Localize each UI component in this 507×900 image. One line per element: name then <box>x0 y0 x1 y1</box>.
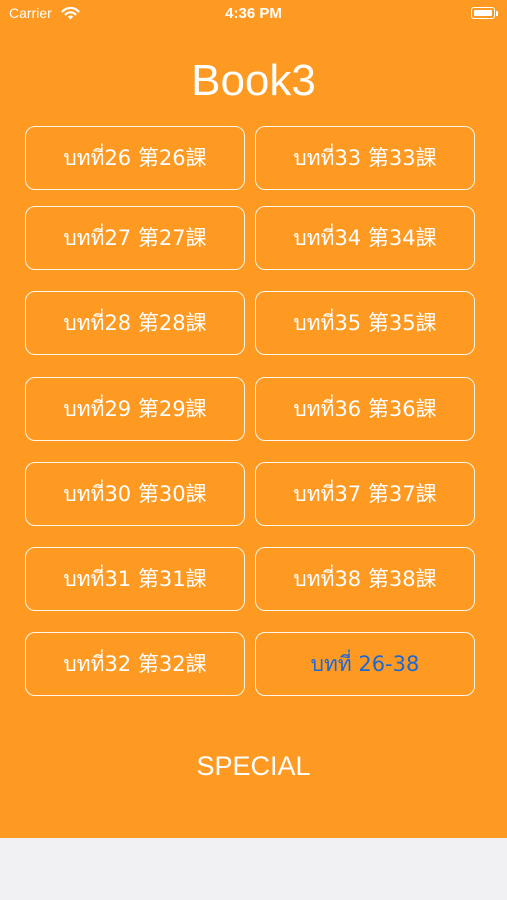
status-bar: Carrier 4:36 PM <box>0 0 507 28</box>
lesson-27-button[interactable]: บทที่27 第27課 <box>25 206 245 270</box>
lesson-38-button[interactable]: บทที่38 第38課 <box>255 547 475 611</box>
lesson-30-button[interactable]: บทที่30 第30課 <box>25 462 245 526</box>
main-screen: Carrier 4:36 PM Book3 บทที่26 第26課 บทที่… <box>0 0 507 838</box>
lesson-37-button[interactable]: บทที่37 第37課 <box>255 462 475 526</box>
lesson-26-button[interactable]: บทที่26 第26課 <box>25 126 245 190</box>
special-button[interactable]: SPECIAL <box>0 751 507 782</box>
clock: 4:36 PM <box>225 5 282 22</box>
bottom-bar <box>0 838 507 900</box>
lesson-36-button[interactable]: บทที่36 第36課 <box>255 377 475 441</box>
battery-icon <box>471 7 495 19</box>
lesson-31-button[interactable]: บทที่31 第31課 <box>25 547 245 611</box>
book-title: Book3 <box>191 56 316 105</box>
lesson-32-button[interactable]: บทที่32 第32課 <box>25 632 245 696</box>
lesson-29-button[interactable]: บทที่29 第29課 <box>25 377 245 441</box>
lesson-28-button[interactable]: บทที่28 第28課 <box>25 291 245 355</box>
lesson-33-button[interactable]: บทที่33 第33課 <box>255 126 475 190</box>
lesson-34-button[interactable]: บทที่34 第34課 <box>255 206 475 270</box>
battery-tip <box>496 11 498 16</box>
lesson-35-button[interactable]: บทที่35 第35課 <box>255 291 475 355</box>
lessons-26-38-review-button[interactable]: บทที่ 26-38 <box>255 632 475 696</box>
